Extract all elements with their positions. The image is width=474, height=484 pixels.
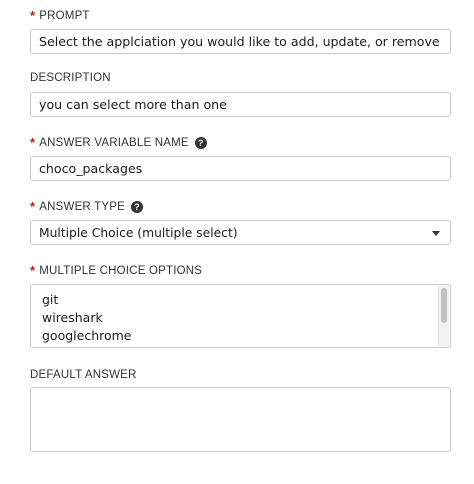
option-item: notepadplusplus [42, 345, 145, 347]
multiple-choice-options-label: * MULTIPLE CHOICE OPTIONS [30, 264, 202, 277]
required-asterisk: * [30, 135, 36, 150]
answer-variable-name-input[interactable] [30, 156, 451, 181]
default-answer-textarea[interactable] [30, 387, 451, 452]
multiple-choice-options-textarea[interactable]: git wireshark googlechrome notepadpluspl… [30, 284, 451, 348]
options-scrollbar[interactable] [438, 286, 449, 346]
option-item: googlechrome [42, 328, 132, 343]
answer-type-selected-value: Multiple Choice (multiple select) [39, 225, 238, 240]
answer-variable-name-label-text: ANSWER VARIABLE NAME [39, 136, 189, 149]
required-asterisk: * [30, 199, 36, 214]
default-answer-label: DEFAULT ANSWER [30, 369, 137, 381]
default-answer-label-text: DEFAULT ANSWER [30, 369, 137, 381]
required-asterisk: * [30, 8, 36, 23]
options-scroll-thumb[interactable] [441, 288, 447, 323]
answer-type-label: * ANSWER TYPE ? [30, 200, 143, 213]
question-circle-icon[interactable]: ? [194, 136, 207, 149]
description-label-text: DESCRIPTION [30, 72, 111, 84]
description-input[interactable] [30, 92, 451, 117]
answer-type-select[interactable]: Multiple Choice (multiple select) [30, 220, 451, 245]
prompt-input[interactable] [30, 29, 451, 54]
required-asterisk: * [30, 263, 36, 278]
answer-type-label-text: ANSWER TYPE [39, 200, 125, 213]
prompt-label-text: PROMPT [39, 9, 90, 22]
option-item: git [42, 292, 59, 307]
caret-down-icon [432, 230, 440, 236]
prompt-label: * PROMPT [30, 9, 90, 22]
options-list: git wireshark googlechrome notepadpluspl… [42, 291, 145, 347]
multiple-choice-options-label-text: MULTIPLE CHOICE OPTIONS [39, 264, 203, 277]
description-label: DESCRIPTION [30, 72, 111, 84]
question-circle-icon[interactable]: ? [130, 200, 143, 213]
answer-variable-name-label: * ANSWER VARIABLE NAME ? [30, 136, 207, 149]
option-item: wireshark [42, 310, 103, 325]
